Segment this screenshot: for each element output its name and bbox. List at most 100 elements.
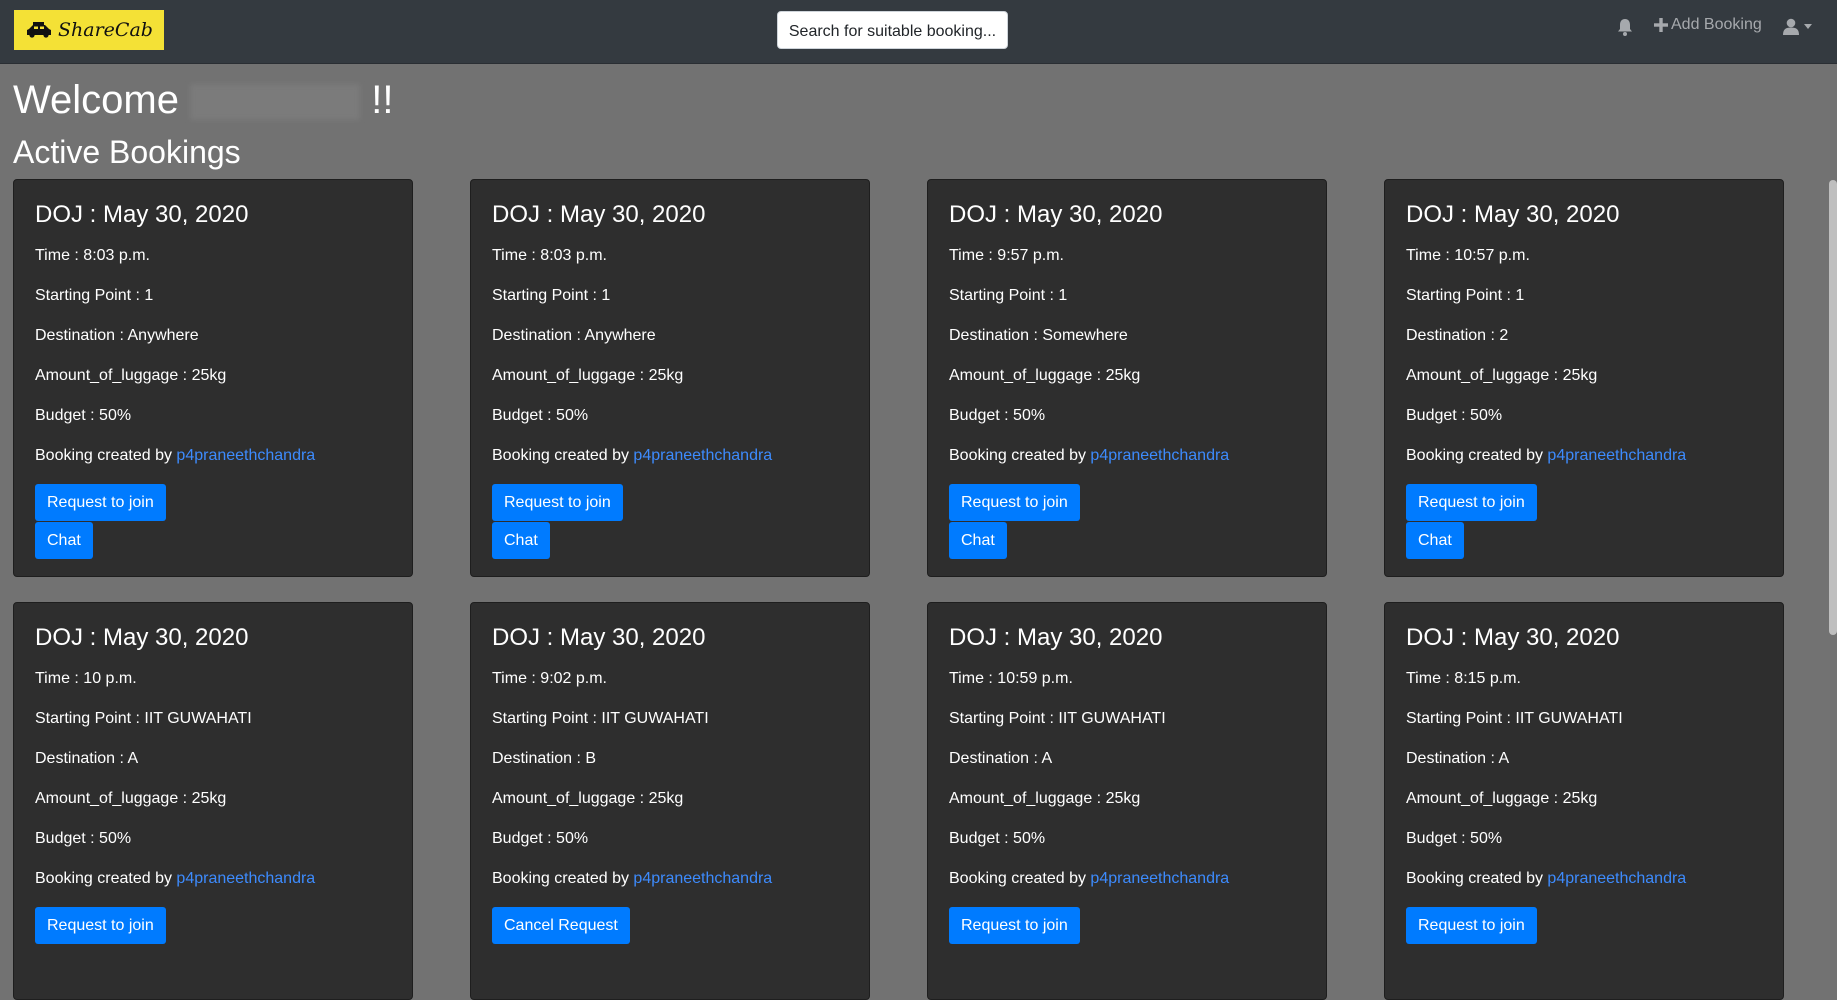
booking-start: Starting Point : 1 xyxy=(949,287,1068,304)
creator-label: Booking created by xyxy=(35,447,177,464)
booking-doj: DOJ : May 30, 2020 xyxy=(492,624,706,651)
user-menu-dropdown[interactable] xyxy=(1783,18,1812,35)
booking-budget: Budget : 50% xyxy=(1406,830,1503,847)
booking-destination: Destination : Anywhere xyxy=(492,327,656,344)
creator-label: Booking created by xyxy=(1406,870,1548,887)
booking-luggage: Amount_of_luggage : 25kg xyxy=(35,367,227,384)
creator-link[interactable]: p4praneethchandra xyxy=(1090,870,1229,887)
request-to-join-button[interactable]: Request to join xyxy=(949,484,1080,521)
booking-budget: Budget : 50% xyxy=(492,830,589,847)
booking-budget: Budget : 50% xyxy=(949,830,1046,847)
booking-destination: Destination : Anywhere xyxy=(35,327,199,344)
creator-label: Booking created by xyxy=(949,870,1091,887)
search-booking-button[interactable]: Search for suitable booking... xyxy=(777,11,1008,49)
booking-budget: Budget : 50% xyxy=(492,407,589,424)
request-to-join-button[interactable]: Request to join xyxy=(35,907,166,944)
booking-card: DOJ : May 30, 2020 Time : 8:15 p.m. Star… xyxy=(1384,602,1784,1000)
booking-time: Time : 8:03 p.m. xyxy=(35,247,150,264)
creator-link[interactable]: p4praneethchandra xyxy=(633,447,772,464)
booking-creator: Booking created by p4praneethchandra xyxy=(35,867,391,890)
booking-card: DOJ : May 30, 2020 Time : 10 p.m. Starti… xyxy=(13,602,413,1000)
booking-destination: Destination : A xyxy=(35,750,139,767)
welcome-heading: Welcome !! xyxy=(13,74,393,126)
booking-doj: DOJ : May 30, 2020 xyxy=(1406,624,1620,651)
creator-link[interactable]: p4praneethchandra xyxy=(1547,870,1686,887)
booking-doj: DOJ : May 30, 2020 xyxy=(949,201,1163,228)
creator-link[interactable]: p4praneethchandra xyxy=(176,870,315,887)
chat-button[interactable]: Chat xyxy=(492,522,550,559)
request-to-join-button[interactable]: Request to join xyxy=(492,484,623,521)
chat-button[interactable]: Chat xyxy=(1406,522,1464,559)
welcome-prefix: Welcome xyxy=(13,78,179,122)
booking-destination: Destination : B xyxy=(492,750,597,767)
booking-creator: Booking created by p4praneethchandra xyxy=(949,867,1305,890)
chat-button[interactable]: Chat xyxy=(35,522,93,559)
booking-start: Starting Point : IIT GUWAHATI xyxy=(492,710,709,727)
booking-time: Time : 10 p.m. xyxy=(35,670,137,687)
add-booking-label: Add Booking xyxy=(1671,16,1762,33)
booking-doj: DOJ : May 30, 2020 xyxy=(949,624,1163,651)
creator-label: Booking created by xyxy=(492,447,634,464)
booking-destination: Destination : 2 xyxy=(1406,327,1509,344)
chat-button[interactable]: Chat xyxy=(949,522,1007,559)
booking-budget: Budget : 50% xyxy=(1406,407,1503,424)
booking-destination: Destination : A xyxy=(1406,750,1510,767)
request-to-join-button[interactable]: Request to join xyxy=(35,484,166,521)
creator-label: Booking created by xyxy=(35,870,177,887)
booking-creator: Booking created by p4praneethchandra xyxy=(35,444,391,467)
caret-down-icon xyxy=(1804,24,1812,29)
booking-time: Time : 9:02 p.m. xyxy=(492,670,607,687)
creator-link[interactable]: p4praneethchandra xyxy=(633,870,772,887)
booking-card: DOJ : May 30, 2020 Time : 10:57 p.m. Sta… xyxy=(1384,179,1784,577)
request-to-join-button[interactable]: Request to join xyxy=(1406,484,1537,521)
username-blurred xyxy=(190,84,361,121)
booking-time: Time : 8:15 p.m. xyxy=(1406,670,1521,687)
bell-icon xyxy=(1618,19,1632,36)
creator-link[interactable]: p4praneethchandra xyxy=(176,447,315,464)
creator-label: Booking created by xyxy=(949,447,1091,464)
booking-time: Time : 10:59 p.m. xyxy=(949,670,1073,687)
booking-start: Starting Point : IIT GUWAHATI xyxy=(949,710,1166,727)
booking-card: DOJ : May 30, 2020 Time : 8:03 p.m. Star… xyxy=(470,179,870,577)
request-to-join-button[interactable]: Request to join xyxy=(1406,907,1537,944)
booking-start: Starting Point : 1 xyxy=(1406,287,1525,304)
creator-label: Booking created by xyxy=(492,870,634,887)
creator-link[interactable]: p4praneethchandra xyxy=(1547,447,1686,464)
booking-destination: Destination : A xyxy=(949,750,1053,767)
request-to-join-button[interactable]: Request to join xyxy=(949,907,1080,944)
booking-creator: Booking created by p4praneethchandra xyxy=(1406,444,1762,467)
booking-start: Starting Point : 1 xyxy=(492,287,611,304)
booking-time: Time : 9:57 p.m. xyxy=(949,247,1064,264)
booking-luggage: Amount_of_luggage : 25kg xyxy=(1406,790,1598,807)
booking-budget: Budget : 50% xyxy=(35,830,132,847)
car-icon xyxy=(27,22,51,38)
booking-doj: DOJ : May 30, 2020 xyxy=(492,201,706,228)
booking-luggage: Amount_of_luggage : 25kg xyxy=(949,790,1141,807)
brand-logo[interactable]: ShareCab xyxy=(14,10,164,50)
cancel-request-button[interactable]: Cancel Request xyxy=(492,907,630,944)
notifications-button[interactable] xyxy=(1617,18,1633,36)
brand-name: ShareCab xyxy=(58,19,153,41)
user-icon xyxy=(1783,18,1799,35)
booking-luggage: Amount_of_luggage : 25kg xyxy=(949,367,1141,384)
booking-creator: Booking created by p4praneethchandra xyxy=(492,444,848,467)
booking-time: Time : 10:57 p.m. xyxy=(1406,247,1530,264)
booking-creator: Booking created by p4praneethchandra xyxy=(1406,867,1762,890)
page-scrollbar[interactable] xyxy=(1829,180,1837,635)
welcome-suffix: !! xyxy=(371,78,394,122)
booking-doj: DOJ : May 30, 2020 xyxy=(35,201,249,228)
top-navbar: ShareCab Search for suitable booking... … xyxy=(0,0,1837,64)
booking-card: DOJ : May 30, 2020 Time : 8:03 p.m. Star… xyxy=(13,179,413,577)
booking-luggage: Amount_of_luggage : 25kg xyxy=(492,367,684,384)
booking-budget: Budget : 50% xyxy=(35,407,132,424)
booking-start: Starting Point : 1 xyxy=(35,287,154,304)
add-booking-link[interactable]: Add Booking xyxy=(1654,16,1762,34)
booking-card: DOJ : May 30, 2020 Time : 9:57 p.m. Star… xyxy=(927,179,1327,577)
booking-luggage: Amount_of_luggage : 25kg xyxy=(492,790,684,807)
booking-card: DOJ : May 30, 2020 Time : 9:02 p.m. Star… xyxy=(470,602,870,1000)
creator-label: Booking created by xyxy=(1406,447,1548,464)
booking-time: Time : 8:03 p.m. xyxy=(492,247,607,264)
creator-link[interactable]: p4praneethchandra xyxy=(1090,447,1229,464)
plus-icon xyxy=(1654,18,1668,32)
booking-budget: Budget : 50% xyxy=(949,407,1046,424)
